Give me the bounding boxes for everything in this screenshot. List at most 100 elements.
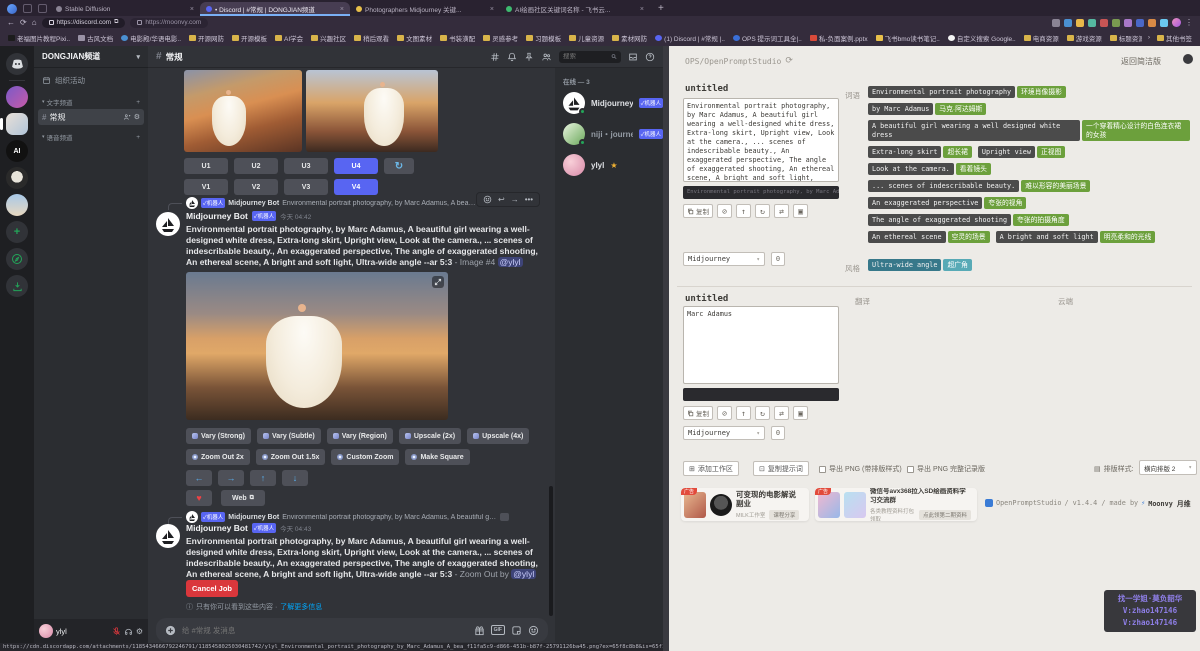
- extension-icon[interactable]: [1160, 19, 1168, 27]
- bookmark-item[interactable]: OPS 提示词工具全|..: [733, 33, 802, 43]
- expand-image-icon[interactable]: [432, 276, 444, 288]
- copy-button[interactable]: 复制: [683, 204, 713, 218]
- prompt-tag[interactable]: An ethereal scene空灵的场景: [868, 231, 990, 243]
- close-icon[interactable]: ×: [340, 6, 344, 13]
- channel-changgui[interactable]: # 常规 ⚙: [38, 109, 144, 125]
- reroll-button[interactable]: ↻: [384, 158, 414, 174]
- refresh-button[interactable]: ↻: [755, 204, 770, 218]
- menu-icon[interactable]: ⋮: [1185, 19, 1193, 27]
- threads-icon[interactable]: [490, 52, 500, 62]
- home-icon[interactable]: ⌂: [32, 19, 37, 27]
- reply-context[interactable]: ✓机器人 Midjourney Bot Environmental portra…: [186, 511, 516, 523]
- emoji-icon[interactable]: [528, 625, 539, 636]
- bookmark-item[interactable]: 素材网防: [612, 33, 647, 43]
- extension-icon[interactable]: [1112, 19, 1120, 27]
- bookmark-item[interactable]: 兴趣社区: [311, 33, 346, 43]
- extension-icon[interactable]: [1124, 19, 1132, 27]
- forward-icon[interactable]: →: [511, 195, 519, 204]
- split-screen-icon[interactable]: [1136, 19, 1144, 27]
- server-icon[interactable]: [6, 167, 28, 189]
- variation-button[interactable]: V2: [234, 179, 278, 195]
- browser-profile-icon[interactable]: [7, 4, 17, 14]
- prompt-tag[interactable]: Upright view正视图: [978, 146, 1066, 158]
- document-title[interactable]: untitled: [685, 294, 728, 304]
- add-reaction-icon[interactable]: [483, 195, 492, 204]
- message-input[interactable]: [182, 626, 468, 635]
- variation-button[interactable]: V1: [184, 179, 228, 195]
- bookmark-item[interactable]: 儿童资源: [569, 33, 604, 43]
- author-name[interactable]: Midjourney Bot: [186, 211, 248, 221]
- copy-prompt-button[interactable]: ⊡复制提示词: [753, 461, 809, 476]
- engine-select[interactable]: Midjourney▾: [683, 252, 765, 266]
- midjourney-action-button[interactable]: Vary (Subtle): [257, 428, 321, 444]
- server-icon[interactable]: [6, 86, 28, 108]
- promo-button[interactable]: 课程分享: [769, 510, 799, 520]
- checkbox[interactable]: [907, 466, 914, 473]
- generated-image-grid-right[interactable]: [306, 70, 438, 152]
- extension-icon[interactable]: [1088, 19, 1096, 27]
- shuffle-button[interactable]: ⇄: [774, 406, 789, 420]
- bookmark-item[interactable]: 稍后观看: [354, 33, 389, 43]
- midjourney-bot-avatar[interactable]: [156, 524, 180, 548]
- explore-servers-icon[interactable]: [6, 248, 28, 270]
- member-ylyl[interactable]: ylyl ★: [563, 154, 663, 176]
- category-text-channels[interactable]: ▾文字频道 +: [34, 90, 148, 109]
- export-png-checkbox-1[interactable]: 导出 PNG (带排版样式): [819, 464, 902, 474]
- style-tag[interactable]: Ultra-wide angle超广角: [868, 259, 972, 271]
- member-list-icon[interactable]: [541, 52, 552, 62]
- learn-more-link[interactable]: 了解更多信息: [280, 602, 322, 612]
- share-icon[interactable]: ⧉: [114, 19, 118, 26]
- bookmark-item[interactable]: 古风文档: [78, 33, 113, 43]
- refresh-icon[interactable]: ⟳: [785, 56, 793, 66]
- export-png-checkbox-2[interactable]: 导出 PNG 完整记录版: [907, 464, 985, 474]
- prompt-tag[interactable]: A beautiful girl wearing a well designed…: [868, 120, 1190, 141]
- prompt-tag[interactable]: Environmental portrait photography环境肖像摄影: [868, 86, 1066, 98]
- user-mention[interactable]: @ylyl: [498, 257, 523, 267]
- save-button[interactable]: ▣: [793, 204, 808, 218]
- extension-icon[interactable]: [1052, 19, 1060, 27]
- browser-avatar[interactable]: [1172, 18, 1181, 27]
- promo-button[interactable]: 点此领第二期资料: [919, 510, 971, 520]
- server-header[interactable]: DONGJIAN频道 ▾: [34, 46, 148, 68]
- headphones-icon[interactable]: [124, 627, 133, 636]
- save-button[interactable]: ▣: [793, 406, 808, 420]
- upscale-button[interactable]: U3: [284, 158, 328, 174]
- bookmark-item[interactable]: 老福图片教程Pixi..: [8, 33, 70, 43]
- pinned-messages-icon[interactable]: [524, 52, 534, 62]
- server-icon[interactable]: [6, 194, 28, 216]
- prompt-tag[interactable]: Look at the camera.看着镜头: [868, 163, 991, 175]
- midjourney-action-button[interactable]: Vary (Strong): [186, 428, 251, 444]
- notifications-bell-icon[interactable]: [507, 52, 517, 62]
- gift-icon[interactable]: [474, 625, 485, 636]
- tab-midjourney-keywords[interactable]: Photographers Midjourney 关键...×: [350, 2, 500, 16]
- settings-gear-icon[interactable]: ⚙: [136, 627, 143, 636]
- inbox-icon[interactable]: [628, 52, 638, 62]
- tab-search-icon[interactable]: [38, 4, 47, 13]
- tab-discord[interactable]: • Discord | #常规 | DONGJIAN频道×: [200, 2, 350, 16]
- add-channel-icon[interactable]: +: [136, 99, 140, 106]
- bookmark-item[interactable]: 开源网防: [189, 33, 224, 43]
- help-icon[interactable]: [645, 52, 655, 62]
- bookmark-item[interactable]: 自定义搜索 Google..: [948, 33, 1016, 43]
- move-up-button[interactable]: ↑: [736, 204, 751, 218]
- add-workspace-button[interactable]: ⊞添加工作区: [683, 461, 739, 476]
- prompt-tag[interactable]: The angle of exaggerated shooting夸张的拍摄角度: [868, 214, 1069, 226]
- zoom-action-button[interactable]: Make Square: [405, 449, 469, 465]
- midjourney-bot-avatar[interactable]: [156, 212, 180, 236]
- checkbox[interactable]: [819, 466, 826, 473]
- layout-style-select[interactable]: 横向排版 2▾: [1139, 460, 1197, 475]
- variation-button[interactable]: V4: [334, 179, 378, 195]
- clear-button[interactable]: ⊘: [717, 204, 732, 218]
- favorite-heart-button[interactable]: ♥: [186, 490, 212, 506]
- web-button[interactable]: Web⧉: [221, 490, 265, 506]
- more-icon[interactable]: •••: [525, 195, 533, 204]
- pan-arrow-button[interactable]: ↑: [250, 470, 276, 486]
- count-button[interactable]: 0: [771, 252, 785, 266]
- upscale-button[interactable]: U4: [334, 158, 378, 174]
- extension-icon[interactable]: [1100, 19, 1108, 27]
- bookmark-item[interactable]: 标题资源: [1110, 33, 1145, 43]
- bookmark-item[interactable]: 飞书bmo读书笔记..: [876, 33, 940, 43]
- brand-link[interactable]: Moonvy 月维: [1148, 498, 1190, 508]
- channel-settings-gear-icon[interactable]: ⚙: [134, 113, 140, 121]
- bookmark-item[interactable]: 游戏资源: [1067, 33, 1102, 43]
